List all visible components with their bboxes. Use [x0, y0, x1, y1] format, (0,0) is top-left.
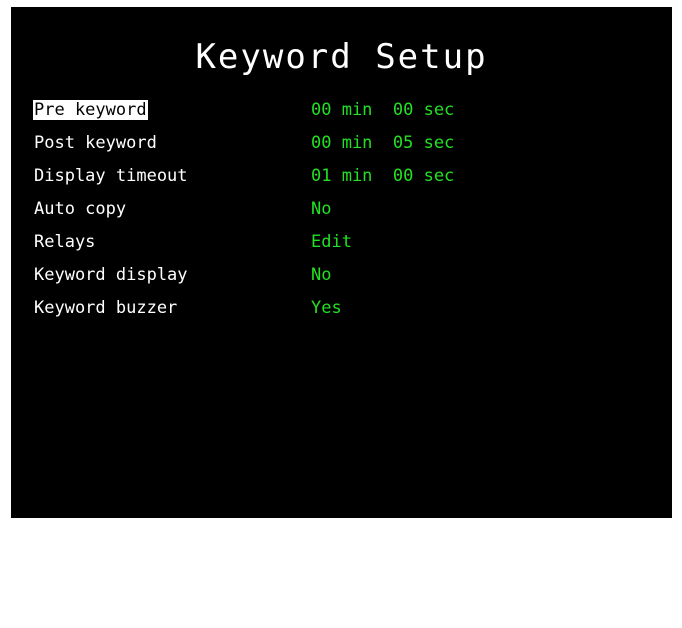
- status-unit: Unit 01: [331, 585, 403, 605]
- menu-item-label[interactable]: Auto copy: [33, 199, 127, 219]
- menu-item-label[interactable]: Display timeout: [33, 166, 189, 186]
- status-date: 18/12/2003: [133, 541, 236, 561]
- settings-menu: Pre keyword 00 min 00 sec Post keyword 0…: [33, 98, 653, 329]
- status-mode: INST: [269, 563, 310, 583]
- menu-item-relays[interactable]: Relays Edit: [33, 230, 653, 263]
- menu-item-value[interactable]: No: [311, 199, 331, 219]
- menu-item-display-timeout[interactable]: Display timeout 01 min 00 sec: [33, 164, 653, 197]
- menu-item-label[interactable]: Pre keyword: [33, 100, 148, 120]
- menu-item-label[interactable]: Post keyword: [33, 133, 158, 153]
- menu-item-value[interactable]: 00 min 00 sec: [311, 100, 454, 120]
- status-bar: 14:01:22 18/12/2003 INST Unit 01: [1, 496, 672, 605]
- menu-item-value[interactable]: 01 min 00 sec: [311, 166, 454, 186]
- menu-item-pre-keyword[interactable]: Pre keyword 00 min 00 sec: [33, 98, 653, 131]
- menu-item-value[interactable]: Yes: [311, 298, 342, 318]
- menu-item-keyword-buzzer[interactable]: Keyword buzzer Yes: [33, 296, 653, 329]
- menu-item-post-keyword[interactable]: Post keyword 00 min 05 sec: [33, 131, 653, 164]
- menu-item-keyword-display[interactable]: Keyword display No: [33, 263, 653, 296]
- menu-item-label[interactable]: Relays: [33, 232, 96, 252]
- page-title: Keyword Setup: [195, 37, 488, 77]
- status-time: 14:01:22: [1, 519, 83, 539]
- menu-item-value[interactable]: Edit: [311, 232, 352, 252]
- dvr-screen: Keyword Setup Pre keyword 00 min 00 sec …: [1, 7, 672, 605]
- menu-item-value[interactable]: No: [311, 265, 331, 285]
- menu-item-label[interactable]: Keyword display: [33, 265, 189, 285]
- menu-item-value[interactable]: 00 min 05 sec: [311, 133, 454, 153]
- menu-item-auto-copy[interactable]: Auto copy No: [33, 197, 653, 230]
- menu-item-label[interactable]: Keyword buzzer: [33, 298, 178, 318]
